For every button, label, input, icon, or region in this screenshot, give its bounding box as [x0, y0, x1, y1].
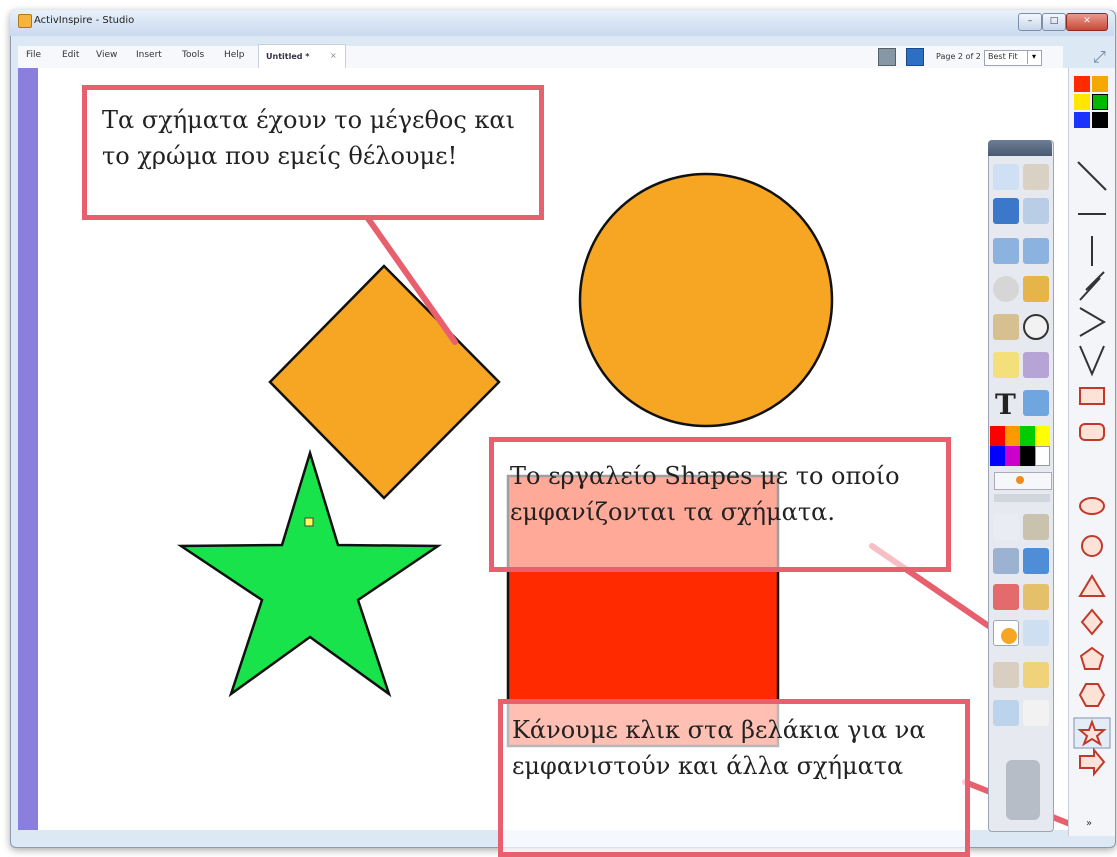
tools-icon[interactable]	[1023, 514, 1049, 540]
palette-black[interactable]	[1020, 446, 1035, 466]
diamond-icon	[1080, 608, 1104, 636]
edit-icon[interactable]	[1023, 276, 1049, 302]
connector-icon[interactable]	[1023, 620, 1049, 646]
palette-white[interactable]	[1035, 446, 1050, 466]
palette-red[interactable]	[990, 426, 1005, 446]
highlighter-icon[interactable]	[1023, 548, 1049, 574]
fill-icon[interactable]	[1023, 390, 1049, 416]
reset-icon[interactable]	[1023, 700, 1049, 726]
color-swatch-green[interactable]	[1092, 94, 1108, 110]
flask-icon[interactable]	[993, 700, 1019, 726]
shapes-tool-button[interactable]	[993, 620, 1019, 646]
clock-icon[interactable]	[1023, 314, 1049, 340]
chevron-down-icon	[1079, 345, 1105, 377]
color-swatch-red[interactable]	[1074, 76, 1090, 92]
text-tool-icon[interactable]: T	[995, 388, 1016, 421]
callout-bottom-text: Κάνουμε κλικ στα βελάκια για να εμφανιστ…	[512, 716, 926, 780]
hexagon-icon	[1078, 683, 1106, 707]
color-swatch-orange[interactable]	[1092, 76, 1108, 92]
callout-middle-text: Το εργαλείο Shapes με το οποίο εμφανίζον…	[510, 462, 900, 526]
palette-orange[interactable]	[1005, 426, 1020, 446]
circle-icon	[1081, 535, 1103, 557]
triangle-icon	[1078, 574, 1106, 597]
color-swatch-blue[interactable]	[1074, 112, 1090, 128]
pen-icon[interactable]	[993, 548, 1019, 574]
chevron-icon	[1079, 307, 1106, 337]
palette-magenta[interactable]	[1005, 446, 1020, 466]
palette-green[interactable]	[1020, 426, 1035, 446]
rounded-rectangle-icon	[1079, 423, 1105, 441]
green-star	[176, 448, 443, 698]
desktop-annotate-icon[interactable]	[993, 314, 1019, 340]
play-icon[interactable]	[993, 276, 1019, 302]
orange-circle	[578, 172, 834, 428]
zoom-icon[interactable]	[1023, 198, 1049, 224]
shapes-tool-icon	[1001, 628, 1017, 644]
pen-width-indicator	[1016, 476, 1024, 484]
slider-track[interactable]	[994, 494, 1050, 502]
pentagon-icon	[1079, 646, 1105, 670]
eraser-icon[interactable]	[993, 584, 1019, 610]
fill-bucket-icon[interactable]	[1023, 584, 1049, 610]
toolbox-color-palette[interactable]	[990, 426, 1052, 466]
resources-icon[interactable]	[1023, 662, 1049, 688]
rectangle-icon	[1079, 387, 1105, 405]
selection-handle	[304, 517, 314, 527]
color-swatch-yellow[interactable]	[1074, 94, 1090, 110]
palette-yellow[interactable]	[1035, 426, 1050, 446]
camera-icon[interactable]	[993, 662, 1019, 688]
next-page-icon[interactable]	[1023, 238, 1049, 264]
magic-ink-icon[interactable]	[1023, 352, 1049, 378]
trash-icon[interactable]	[1006, 760, 1040, 820]
zigzag-icon	[1079, 271, 1105, 301]
select-icon[interactable]	[993, 514, 1019, 540]
color-swatch-black[interactable]	[1092, 112, 1108, 128]
previous-page-icon[interactable]	[993, 238, 1019, 264]
line-icon	[1077, 161, 1107, 191]
browser-icon[interactable]	[993, 198, 1019, 224]
shape-tools-column	[1073, 161, 1111, 777]
arrow-icon	[1079, 747, 1106, 777]
ellipse-icon	[1079, 497, 1105, 515]
profiles-icon[interactable]	[1023, 164, 1049, 190]
orange-diamond	[268, 264, 501, 500]
palette-blue[interactable]	[990, 446, 1005, 466]
more-shapes-arrow[interactable]: »	[1086, 818, 1092, 829]
toolbox-header[interactable]	[988, 140, 1052, 156]
notes-icon[interactable]	[993, 352, 1019, 378]
callout-top-text: Τα σχήματα έχουν το μέγεθος και το χρώμα…	[102, 106, 516, 170]
main-menu-icon[interactable]	[993, 164, 1019, 190]
